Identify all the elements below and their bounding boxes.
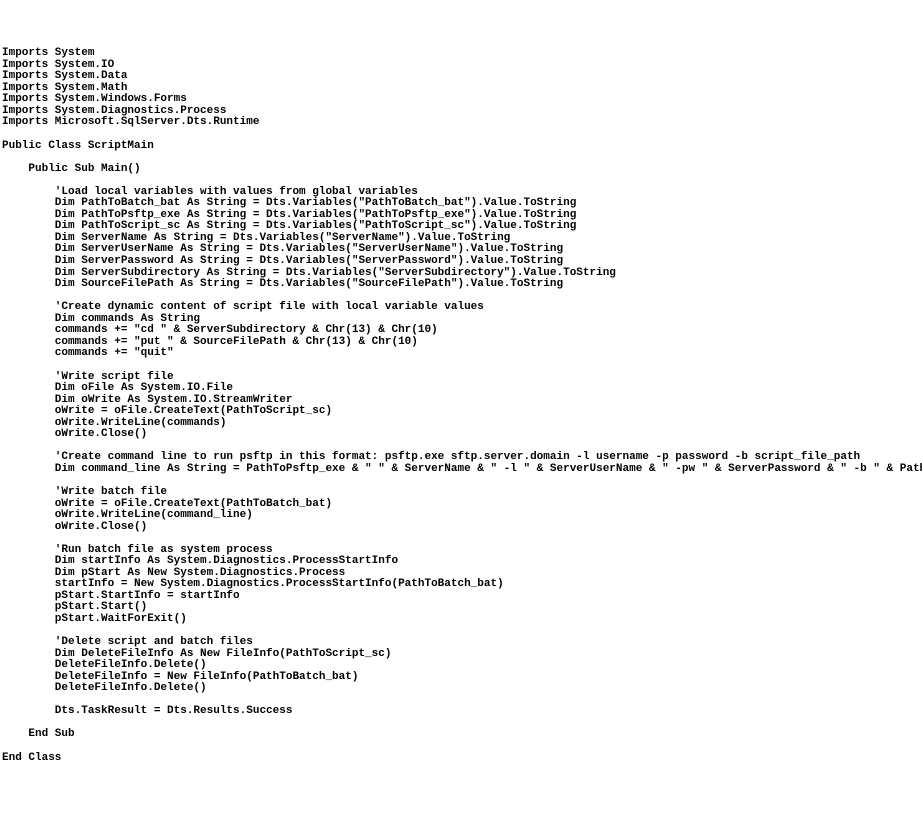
- code-line: Public Sub Main(): [2, 164, 920, 176]
- code-line: [2, 360, 920, 372]
- code-line: Imports Microsoft.SqlServer.Dts.Runtime: [2, 117, 920, 129]
- code-line: Dim ServerPassword As String = Dts.Varia…: [2, 256, 920, 268]
- code-line: End Class: [2, 753, 920, 765]
- code-line: oWrite.WriteLine(command_line): [2, 510, 920, 522]
- code-line: Dts.TaskResult = Dts.Results.Success: [2, 706, 920, 718]
- code-block: Imports SystemImports System.IOImports S…: [2, 48, 920, 764]
- code-line: End Sub: [2, 729, 920, 741]
- code-line: [2, 152, 920, 164]
- code-line: [2, 533, 920, 545]
- code-line: DeleteFileInfo.Delete(): [2, 683, 920, 695]
- code-line: oWrite.Close(): [2, 522, 920, 534]
- code-line: Imports System: [2, 48, 920, 60]
- code-line: 'Delete script and batch files: [2, 637, 920, 649]
- code-line: Dim oFile As System.IO.File: [2, 383, 920, 395]
- code-line: [2, 741, 920, 753]
- code-line: [2, 718, 920, 730]
- code-line: [2, 129, 920, 141]
- code-line: Imports System.Data: [2, 71, 920, 83]
- code-line: Dim command_line As String = PathToPsftp…: [2, 464, 920, 476]
- code-line: Public Class ScriptMain: [2, 141, 920, 153]
- code-line: oWrite.Close(): [2, 429, 920, 441]
- code-line: pStart.WaitForExit(): [2, 614, 920, 626]
- code-line: DeleteFileInfo.Delete(): [2, 660, 920, 672]
- code-line: commands += "quit": [2, 348, 920, 360]
- code-line: oWrite = oFile.CreateText(PathToScript_s…: [2, 406, 920, 418]
- code-line: 'Write batch file: [2, 487, 920, 499]
- code-line: Dim SourceFilePath As String = Dts.Varia…: [2, 279, 920, 291]
- code-line: Imports System.IO: [2, 60, 920, 72]
